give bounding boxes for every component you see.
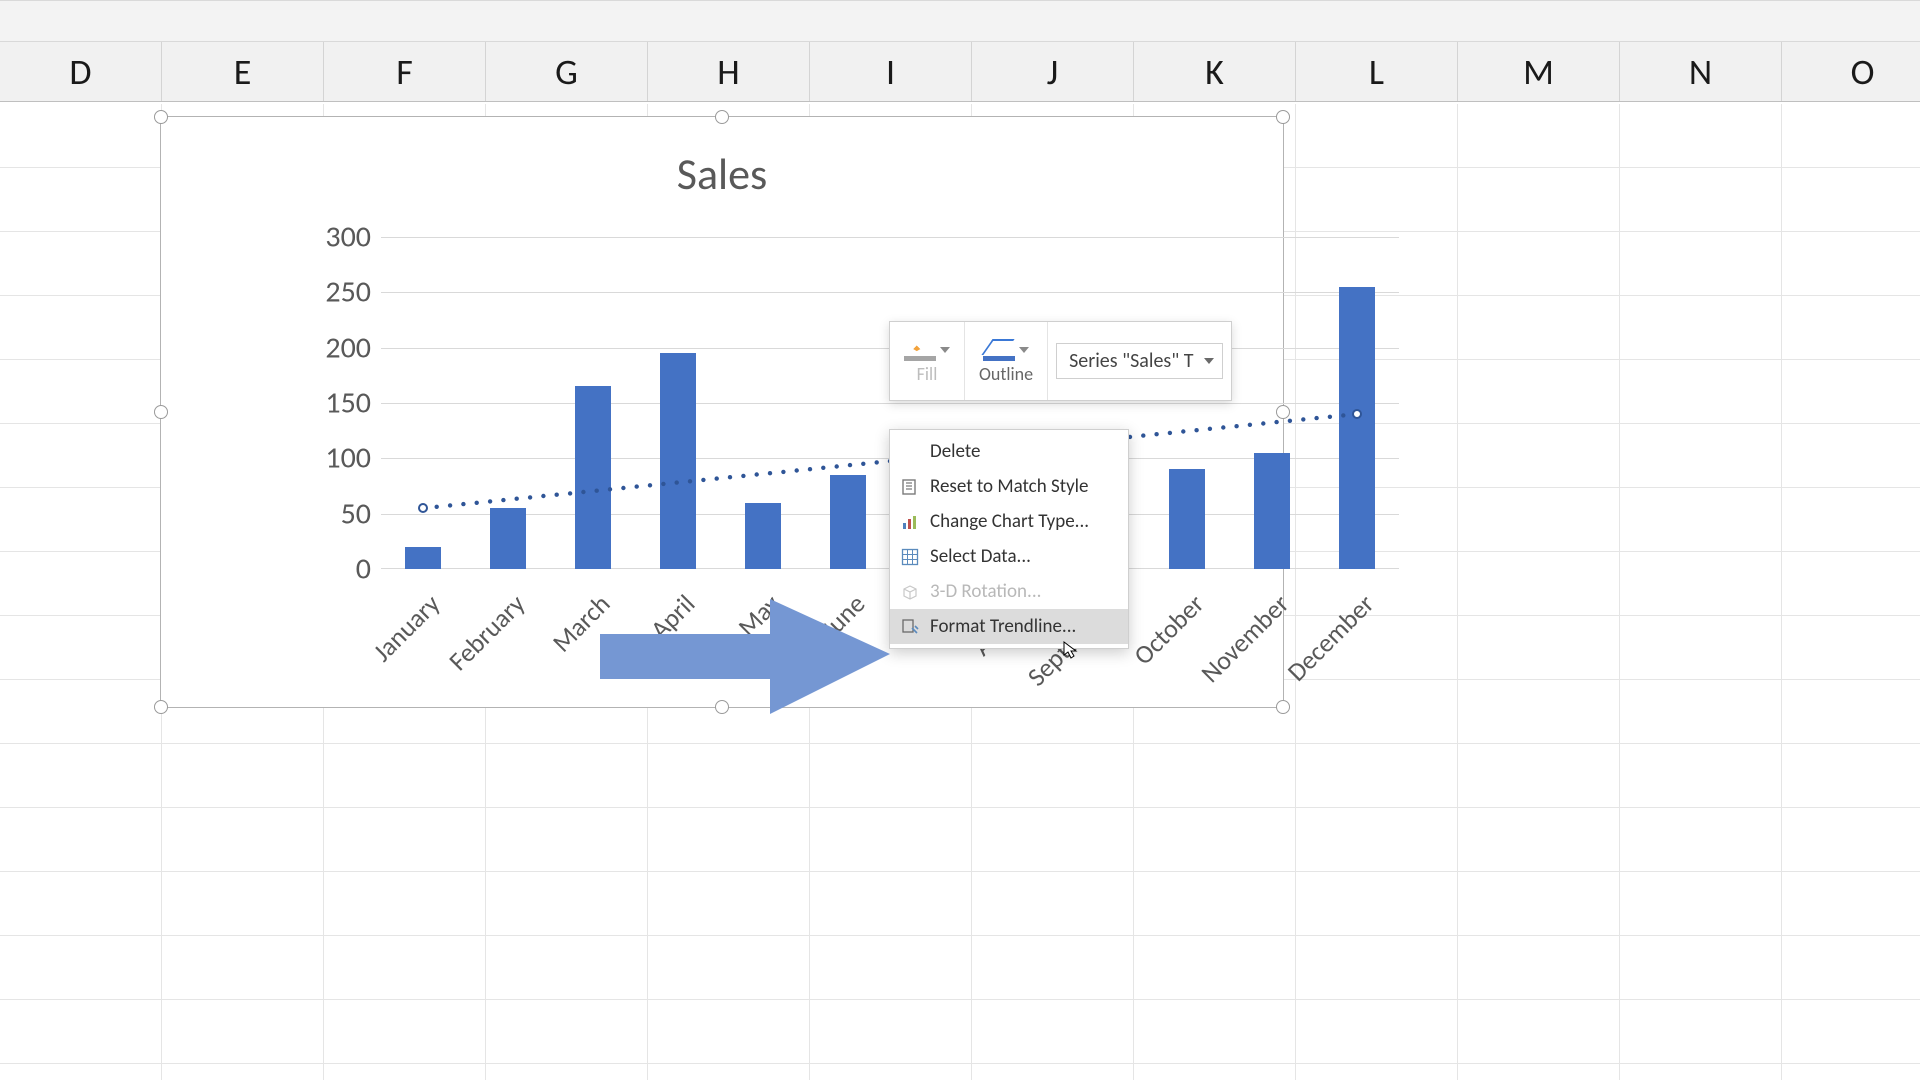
chart-element-selector-text: Series "Sales" T	[1069, 349, 1193, 373]
selection-handle[interactable]	[154, 110, 168, 124]
bar[interactable]	[405, 547, 441, 569]
bar[interactable]	[575, 386, 611, 569]
x-tick-label: October	[1127, 588, 1210, 671]
pen-outline-icon	[983, 339, 1015, 361]
fill-button[interactable]: Fill	[890, 322, 965, 400]
x-tick-label: March	[546, 588, 617, 659]
format-icon	[900, 617, 920, 637]
ctx-3d-rotation: 3-D Rotation...	[890, 574, 1128, 609]
selection-handle[interactable]	[1276, 110, 1290, 124]
column-header[interactable]: K	[1134, 42, 1296, 101]
ribbon-placeholder	[0, 0, 1920, 42]
x-tick-label: May	[731, 588, 786, 643]
x-tick-label: January	[366, 588, 446, 668]
ctx-label: Change Chart Type...	[930, 510, 1089, 533]
ctx-label: Select Data...	[930, 545, 1031, 568]
bar[interactable]	[1339, 287, 1375, 569]
column-header[interactable]: I	[810, 42, 972, 101]
y-tick-label: 300	[325, 219, 371, 256]
y-tick-label: 150	[325, 385, 371, 422]
chart-icon	[900, 512, 920, 532]
ctx-format-trendline[interactable]: Format Trendline...	[890, 609, 1128, 644]
bar[interactable]	[660, 353, 696, 569]
column-header[interactable]: D	[0, 42, 162, 101]
ctx-label: 3-D Rotation...	[930, 580, 1041, 603]
reset-icon	[900, 477, 920, 497]
column-header[interactable]: H	[648, 42, 810, 101]
outline-label: Outline	[979, 363, 1033, 385]
trendline-handle[interactable]	[1352, 409, 1362, 419]
chevron-down-icon	[1019, 347, 1029, 353]
ctx-delete[interactable]: Delete	[890, 434, 1128, 469]
chevron-down-icon	[1204, 358, 1214, 364]
column-header[interactable]: F	[324, 42, 486, 101]
ctx-select-data[interactable]: Select Data...	[890, 539, 1128, 574]
y-tick-label: 0	[356, 551, 371, 588]
column-header[interactable]: O	[1782, 42, 1920, 101]
blank-icon	[900, 442, 920, 462]
bar[interactable]	[830, 475, 866, 569]
column-header[interactable]: G	[486, 42, 648, 101]
cube-icon	[900, 582, 920, 602]
x-tick-label: June	[814, 588, 871, 645]
chart-element-selector[interactable]: Series "Sales" T	[1056, 343, 1222, 379]
chevron-down-icon	[940, 347, 950, 353]
worksheet-grid[interactable]: Sales 300 250 200 150 100 50 0	[0, 104, 1920, 1080]
y-tick-label: 200	[325, 329, 371, 366]
y-tick-label: 50	[341, 495, 371, 532]
outline-button[interactable]: Outline	[965, 322, 1048, 400]
column-header-row: D E F G H I J K L M N O	[0, 42, 1920, 102]
column-header[interactable]: L	[1296, 42, 1458, 101]
bar[interactable]	[490, 508, 526, 569]
x-tick-label: December	[1280, 588, 1380, 688]
selection-handle[interactable]	[154, 700, 168, 714]
x-tick-label: April	[643, 588, 701, 646]
mini-toolbar: Fill Outline Series "Sales" T	[889, 321, 1232, 401]
x-tick-label: November	[1194, 588, 1295, 689]
ctx-label: Delete	[930, 440, 980, 463]
ctx-label: Format Trendline...	[930, 615, 1076, 638]
grid-icon	[900, 547, 920, 567]
x-tick-label: February	[442, 588, 531, 677]
ctx-label: Reset to Match Style	[930, 475, 1089, 498]
column-header[interactable]: J	[972, 42, 1134, 101]
y-tick-label: 100	[325, 440, 371, 477]
y-axis-labels: 300 250 200 150 100 50 0	[311, 237, 371, 569]
chart-title[interactable]: Sales	[161, 147, 1283, 201]
bar[interactable]	[1254, 453, 1290, 569]
bar[interactable]	[1169, 469, 1205, 569]
selection-handle[interactable]	[154, 405, 168, 419]
bar[interactable]	[745, 503, 781, 569]
ctx-change-chart-type[interactable]: Change Chart Type...	[890, 504, 1128, 539]
column-header[interactable]: N	[1620, 42, 1782, 101]
column-header[interactable]: M	[1458, 42, 1620, 101]
fill-bucket-icon	[904, 339, 936, 361]
column-header[interactable]: E	[162, 42, 324, 101]
ctx-reset-style[interactable]: Reset to Match Style	[890, 469, 1128, 504]
selection-handle[interactable]	[715, 110, 729, 124]
y-tick-label: 250	[325, 274, 371, 311]
fill-label: Fill	[917, 363, 938, 385]
trendline-handle[interactable]	[418, 503, 428, 513]
context-menu: Delete Reset to Match Style Change Chart…	[889, 429, 1129, 649]
